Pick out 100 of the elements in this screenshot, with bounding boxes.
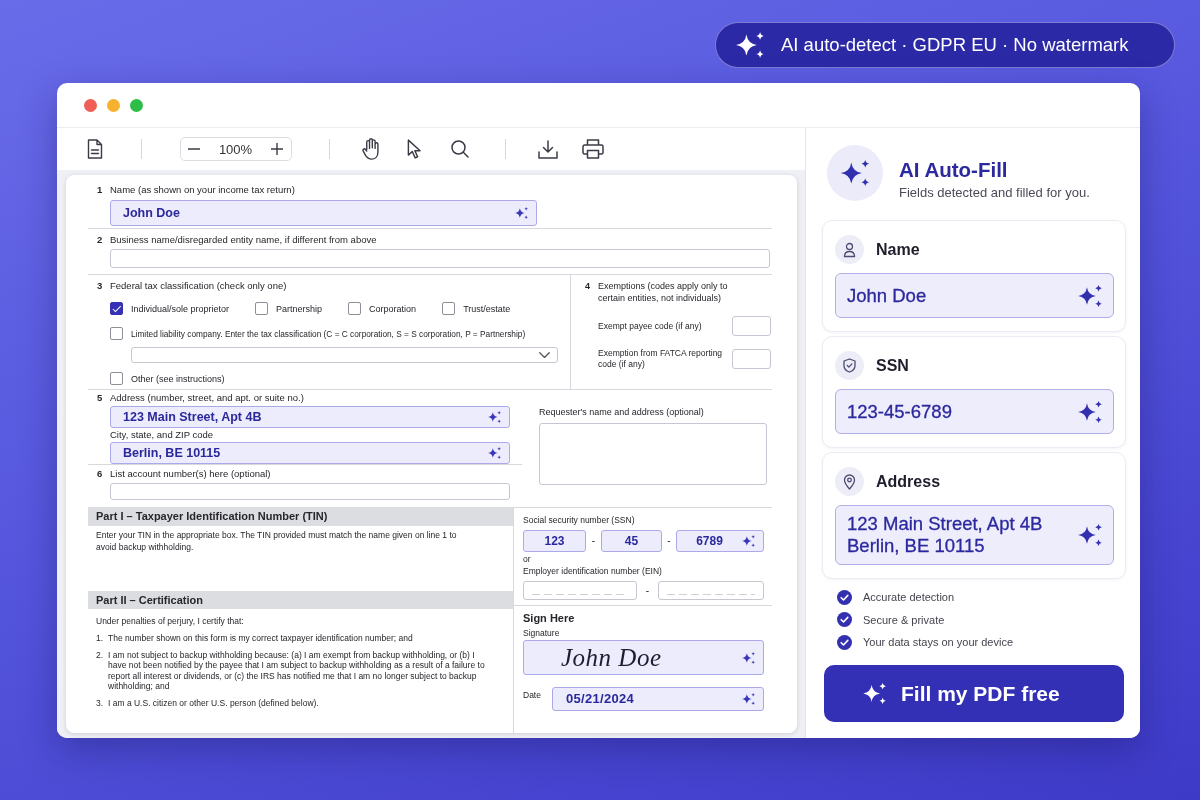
pointer-icon[interactable] [407, 139, 422, 159]
line-number: 2 [96, 234, 104, 246]
field-label: Employer identification number (EIN) [523, 565, 662, 577]
feature-text: Your data stays on your device [863, 636, 1014, 648]
signature-field[interactable]: John Doe [523, 640, 764, 675]
field-label: Social security number (SSN) [523, 514, 635, 526]
field-label: Address (number, street, and apt. or suite no.) [110, 392, 304, 404]
sparkle-icon [742, 651, 755, 664]
document-icon[interactable] [87, 139, 103, 159]
autofill-field[interactable]: John Doe [835, 273, 1114, 318]
checkbox[interactable] [110, 302, 123, 315]
certification-item: I am a U.S. citizen or other U.S. person (defined below). [108, 697, 320, 709]
sparkle-icon [488, 411, 501, 423]
sparkle-icon [863, 683, 886, 704]
feature-text: Secure & private [863, 613, 945, 626]
list-number: 3. [96, 697, 105, 709]
line-number: 1 [96, 184, 104, 196]
card-label: SSN [876, 356, 909, 375]
window-zoom-icon[interactable] [130, 98, 143, 112]
name-field[interactable]: John Doe [110, 200, 537, 226]
field-label: Exemptions (codes apply only to certain entities, not individuals) [598, 280, 729, 304]
check-circle-icon [837, 589, 852, 605]
dash-separator: - [666, 535, 672, 547]
sparkle-icon [1078, 400, 1102, 423]
field-label: Requester's name and address (optional) [539, 406, 704, 418]
autofill-field[interactable]: 123 Main Street, Apt 4B Berlin, BE 10115 [835, 505, 1114, 565]
account-number-field[interactable] [110, 483, 510, 500]
list-number: 2. [96, 649, 105, 662]
ssn-field[interactable]: 6789 [676, 530, 764, 552]
check-circle-icon [837, 612, 852, 627]
zoom-level: 100% [218, 141, 253, 157]
field-label: List account number(s) here (optional) [110, 468, 271, 480]
checkbox-label: Partnership [276, 302, 323, 315]
date-field[interactable]: 05/21/2024 [552, 687, 764, 711]
field-label: Date [523, 689, 542, 702]
checkbox[interactable] [110, 327, 123, 340]
ssn-field[interactable]: 123 [523, 530, 586, 552]
city-field[interactable]: Berlin, BE 10115 [110, 442, 510, 464]
sparkle-icon [488, 447, 501, 459]
sparkle-icon [1078, 284, 1102, 307]
plus-icon [271, 143, 283, 155]
card-label: Address [876, 472, 941, 491]
sparkle-icon [827, 145, 883, 201]
chevron-down-icon [539, 351, 550, 359]
ein-field[interactable] [523, 581, 637, 600]
fill-pdf-button[interactable]: Fill my PDF free [824, 665, 1124, 722]
ein-field[interactable] [658, 581, 764, 600]
minus-icon [188, 148, 200, 150]
field-label: City, state, and ZIP code [110, 429, 214, 441]
dash-separator: - [590, 535, 597, 547]
list-number: 1. [96, 633, 105, 644]
zoom-in-button[interactable] [271, 143, 283, 155]
certification-item: The number shown on this form is my correct taxpayer identification number; and [108, 633, 414, 644]
checkbox-label: Corporation [369, 302, 417, 315]
sparkle-icon [742, 693, 755, 705]
ssn-field[interactable]: 45 [601, 530, 662, 552]
sparkle-icon [515, 207, 528, 219]
check-circle-icon [837, 634, 852, 650]
printer-icon[interactable] [582, 139, 604, 159]
sparkle-icon [736, 32, 764, 58]
certification-item: I am not subject to backup withholding because: (a) I am exempt from backup withholding, or (b) I have not been notified by the payee that I am subject to backup withholding as a result of a failure to report all interest or dividends, or (c) the IRS has notified me that I am no longer subject to backup withholding; and [108, 649, 486, 692]
checkbox[interactable] [255, 302, 269, 315]
checkbox[interactable] [110, 372, 123, 385]
field-label: Exemption from FATCA reporting code (if any) [598, 348, 724, 370]
panel-title: AI Auto-Fill [899, 158, 1009, 182]
field-label: Name (as shown on your income tax return) [110, 184, 295, 196]
search-icon[interactable] [451, 140, 469, 158]
business-name-field[interactable] [110, 249, 770, 268]
address-field[interactable]: 123 Main Street, Apt 4B [110, 406, 510, 428]
download-icon[interactable] [538, 139, 558, 159]
line-number: 5 [96, 392, 104, 404]
field-label: Exempt payee code (if any) [598, 320, 703, 332]
section-title: Sign Here [523, 612, 575, 624]
requester-field[interactable] [539, 423, 767, 485]
shield-check-icon [835, 351, 864, 380]
dash-separator: - [644, 584, 651, 597]
feature-summary: AI auto-detect · GDPR EU · No watermark [781, 34, 1129, 56]
autofill-field[interactable]: 123-45-6789 [835, 389, 1114, 434]
dropdown[interactable] [131, 347, 558, 363]
line-number: 6 [96, 468, 104, 480]
hand-icon[interactable] [361, 138, 380, 160]
line-number: 4 [585, 280, 591, 293]
person-icon [835, 235, 864, 264]
checkbox-label: Other (see instructions) [131, 372, 225, 385]
checkbox[interactable] [442, 302, 456, 315]
line-number: 3 [96, 280, 104, 292]
sparkle-icon [1078, 524, 1102, 546]
window-close-icon[interactable] [84, 98, 97, 112]
section-header: Part II – Certification [88, 591, 513, 609]
code-field[interactable] [732, 349, 771, 369]
map-pin-icon [835, 467, 864, 496]
instruction-text: Under penalties of perjury, I certify that: [95, 615, 245, 627]
section-header: Part I – Taxpayer Identification Number (TIN) [88, 507, 513, 526]
checkbox-label: Individual/sole proprietor [131, 302, 230, 315]
window-minimize-icon[interactable] [107, 98, 120, 112]
code-field[interactable] [732, 316, 771, 336]
feature-text: Accurate detection [863, 591, 955, 603]
panel-subtitle: Fields detected and filled for you. [899, 185, 1090, 201]
checkbox[interactable] [348, 302, 362, 315]
field-label: Signature [523, 627, 560, 639]
